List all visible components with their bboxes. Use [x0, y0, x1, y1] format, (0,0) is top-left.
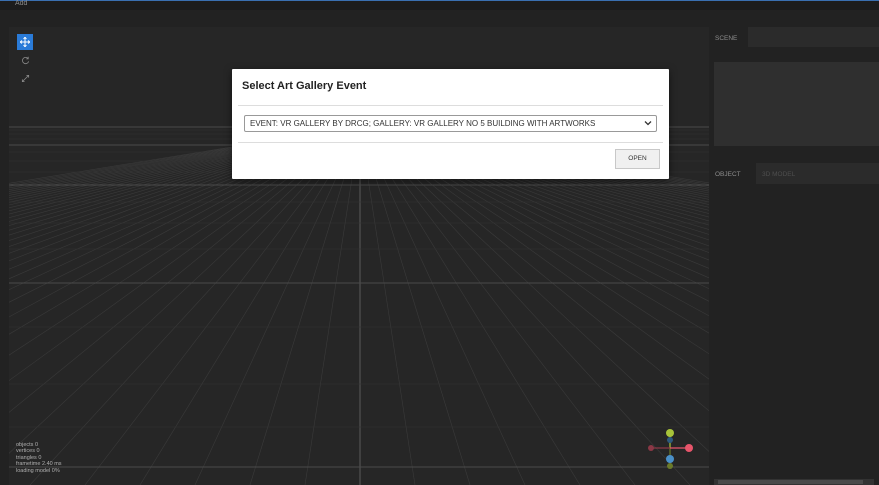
scene-tab-bar [748, 27, 879, 47]
select-event-dialog: Select Art Gallery Event EVENT: VR GALLE… [232, 69, 669, 179]
neg-x-axis-handle-icon[interactable] [648, 445, 654, 451]
menubar: Add [0, 0, 879, 10]
viewport-header-strip [9, 10, 709, 27]
scene-tab[interactable]: SCENE [715, 35, 737, 42]
open-button[interactable]: OPEN [615, 149, 660, 169]
stat-loading: loading model 0% [16, 467, 60, 474]
divider [238, 142, 663, 143]
y-axis-handle-icon[interactable] [666, 429, 674, 437]
event-select[interactable]: EVENT: VR GALLERY BY DRCG; GALLERY: VR G… [244, 115, 657, 132]
axis-gizmo[interactable] [640, 424, 700, 474]
move-icon [20, 37, 30, 47]
object-tab[interactable]: OBJECT [715, 171, 741, 178]
move-tool-button[interactable] [17, 34, 33, 50]
menu-add[interactable]: Add [15, 0, 27, 7]
scale-tool-button[interactable] [17, 70, 33, 86]
render-stats: objects 0 vertices 0 triangles 0 frameti… [16, 442, 62, 474]
neg-y-axis-handle-icon[interactable] [667, 463, 673, 469]
divider [238, 105, 663, 106]
chevron-down-icon [644, 121, 652, 126]
scene-outliner[interactable] [714, 62, 879, 146]
x-axis-handle-icon[interactable] [685, 444, 693, 452]
rotate-tool-button[interactable] [17, 52, 33, 68]
neg-z-axis-handle-icon[interactable] [667, 437, 673, 443]
event-select-value: EVENT: VR GALLERY BY DRCG; GALLERY: VR G… [250, 119, 596, 128]
scale-icon [21, 74, 29, 82]
sidebar-scroll-thumb[interactable] [718, 480, 863, 484]
z-axis-handle-icon[interactable] [666, 455, 674, 463]
object-type-value: 3D MODEL [762, 171, 796, 178]
rotate-icon [21, 56, 29, 64]
dialog-title: Select Art Gallery Event [242, 80, 367, 92]
